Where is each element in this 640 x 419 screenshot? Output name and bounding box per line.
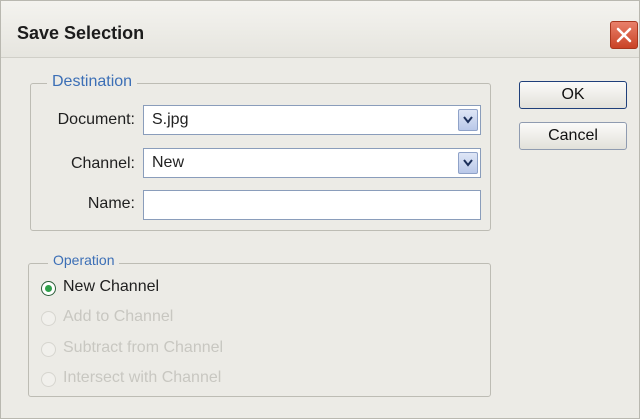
radio-button — [41, 311, 56, 326]
channel-dropdown-button[interactable] — [458, 152, 478, 174]
name-label: Name: — [87, 195, 135, 212]
chevron-down-icon — [463, 116, 473, 124]
ok-button[interactable]: OK — [519, 81, 627, 109]
chevron-down-icon — [463, 159, 473, 167]
document-select[interactable]: S.jpg — [143, 105, 481, 135]
radio-label: New Channel — [63, 278, 160, 295]
radio-selected-dot — [45, 285, 52, 292]
name-input[interactable] — [143, 190, 481, 220]
radio-button[interactable] — [41, 281, 56, 296]
radio-button — [41, 342, 56, 357]
radio-label: Add to Channel — [63, 308, 174, 325]
save-selection-dialog: Save Selection Destination Document: S.j… — [0, 0, 640, 419]
channel-label: Channel: — [70, 155, 135, 172]
document-label: Document: — [57, 111, 135, 128]
title-bar[interactable]: Save Selection — [1, 1, 639, 58]
close-icon — [616, 27, 632, 43]
radio-label: Intersect with Channel — [63, 369, 222, 386]
radio-label: Subtract from Channel — [63, 339, 224, 356]
channel-value: New — [152, 154, 185, 171]
channel-select[interactable]: New — [143, 148, 481, 178]
dialog-title: Save Selection — [17, 23, 145, 43]
close-button[interactable] — [610, 21, 638, 49]
destination-legend: Destination — [47, 73, 138, 91]
radio-button — [41, 372, 56, 387]
document-dropdown-button[interactable] — [458, 109, 478, 131]
document-value: S.jpg — [152, 111, 189, 128]
cancel-button[interactable]: Cancel — [519, 122, 627, 150]
operation-legend: Operation — [48, 252, 120, 268]
